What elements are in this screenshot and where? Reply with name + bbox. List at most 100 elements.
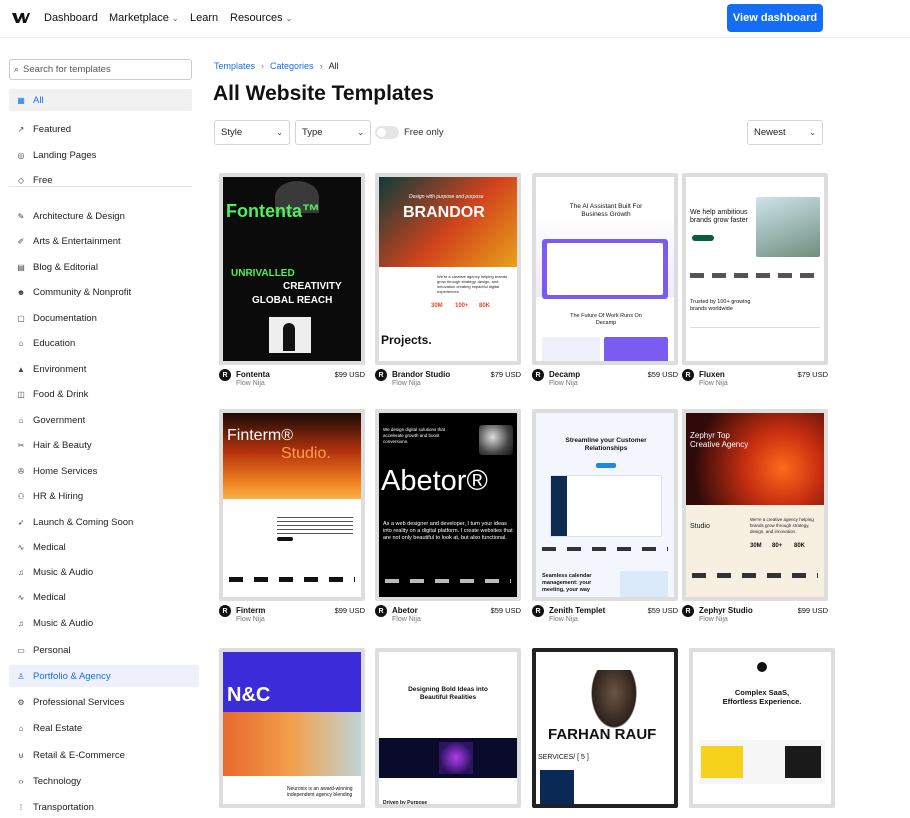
template-thumbnail[interactable]: Complex SaaS, Effortless Experience.	[689, 648, 835, 808]
template-card-bold-ideas[interactable]: Designing Bold Ideas into Beautiful Real…	[375, 648, 521, 808]
template-thumbnail[interactable]: We help ambitious brands grow faster Tru…	[682, 173, 828, 365]
sidebar-item-music-audio[interactable]: ♫ Music & Audio	[9, 561, 192, 583]
view-dashboard-button[interactable]: View dashboard	[727, 4, 823, 32]
sidebar-item-label: Blog & Editorial	[33, 261, 98, 273]
template-author[interactable]: Flow Nija	[549, 380, 578, 387]
template-thumbnail[interactable]: Fontenta™ UNRIVALLED CREATIVITY GLOBAL R…	[219, 173, 365, 365]
sidebar-item-education[interactable]: ⌂ Education	[9, 332, 192, 354]
template-card-fluxen[interactable]: We help ambitious brands grow faster Tru…	[682, 173, 828, 387]
nav-learn-link[interactable]: Learn	[190, 12, 218, 24]
nav-resources-menu[interactable]: Resources ⌄	[230, 12, 292, 24]
webflow-logo-icon[interactable]	[12, 11, 30, 25]
author-avatar[interactable]: R	[532, 605, 544, 617]
sort-dropdown[interactable]: Newest ⌄	[747, 120, 823, 145]
template-card-zephyr-studio[interactable]: Zephyr Top Creative Agency Studio We're …	[682, 409, 828, 623]
template-card-zenith-templet[interactable]: Streamline your Customer Relationships S…	[532, 409, 678, 623]
nav-dashboard-link[interactable]: Dashboard	[44, 12, 98, 24]
nav-learn-label: Learn	[190, 12, 219, 24]
template-thumbnail[interactable]: Designing Bold Ideas into Beautiful Real…	[375, 648, 521, 808]
template-author[interactable]: Flow Nija	[699, 616, 728, 623]
template-thumbnail[interactable]: FARHAN RAUF SERVICES/ [ 5 ]	[532, 648, 678, 808]
preview-panel	[542, 337, 600, 361]
template-name[interactable]: Decamp	[549, 370, 580, 379]
sidebar-item-landing-pages[interactable]: ◎ Landing Pages	[9, 144, 192, 166]
nav-marketplace-menu[interactable]: Marketplace ⌄	[109, 12, 179, 24]
sidebar-item-launch-coming-soon[interactable]: ➶ Launch & Coming Soon	[9, 511, 192, 533]
template-author[interactable]: Flow Nija	[699, 380, 728, 387]
type-filter-dropdown[interactable]: Type ⌄	[295, 120, 371, 145]
template-card-nc[interactable]: N&C Neuronix is an award-winning indepen…	[219, 648, 365, 808]
template-card-abetor[interactable]: We design digital solutions that acceler…	[375, 409, 521, 623]
template-name[interactable]: Brandor Studio	[392, 370, 450, 379]
template-card-decamp[interactable]: The AI Assistant Built For Business Grow…	[532, 173, 678, 387]
author-avatar[interactable]: R	[682, 369, 694, 381]
sidebar-item-government[interactable]: ⌂ Government	[9, 409, 192, 431]
author-avatar[interactable]: R	[375, 369, 387, 381]
template-author[interactable]: Flow Nija	[236, 616, 265, 623]
sidebar-item-featured[interactable]: ↗ Featured	[9, 118, 192, 140]
template-thumbnail[interactable]: Zephyr Top Creative Agency Studio We're …	[682, 409, 828, 601]
template-name[interactable]: Zephyr Studio	[699, 606, 753, 615]
template-author[interactable]: Flow Nija	[236, 380, 265, 387]
sidebar-item-technology[interactable]: ‹› Technology	[9, 770, 192, 792]
template-thumbnail[interactable]: Streamline your Customer Relationships S…	[532, 409, 678, 601]
template-name[interactable]: Finterm	[236, 606, 265, 615]
sidebar-item-retail-e-commerce[interactable]: ⊍ Retail & E-Commerce	[9, 744, 192, 766]
sidebar-item-hair-beauty[interactable]: ✂ Hair & Beauty	[9, 434, 192, 456]
author-avatar[interactable]: R	[375, 605, 387, 617]
sidebar-item-blog-editorial[interactable]: ▤ Blog & Editorial	[9, 256, 192, 278]
template-thumbnail[interactable]: Finterm® Studio.	[219, 409, 365, 601]
author-avatar[interactable]: R	[219, 605, 231, 617]
author-avatar[interactable]: R	[682, 605, 694, 617]
breadcrumb-templates-link[interactable]: Templates	[214, 61, 255, 71]
sort-label: Newest	[754, 127, 786, 138]
sidebar-item-all[interactable]: ▦ All	[9, 89, 192, 111]
preview-button	[277, 537, 293, 541]
preview-tagline: We design digital solutions that acceler…	[383, 427, 445, 444]
template-author[interactable]: Flow Nija	[392, 616, 421, 623]
sidebar-item-real-estate[interactable]: ⌂ Real Estate	[9, 717, 192, 739]
template-name[interactable]: Abetor	[392, 606, 418, 615]
author-avatar[interactable]: R	[532, 369, 544, 381]
template-search-input[interactable]: ⌕ Search for templates	[9, 59, 192, 80]
template-thumbnail[interactable]: N&C Neuronix is an award-winning indepen…	[219, 648, 365, 808]
free-only-toggle[interactable]	[375, 126, 399, 139]
sidebar-item-hr-hiring[interactable]: ⚇ HR & Hiring	[9, 485, 192, 507]
preview-heading: The Future Of Work Runs On Decamp	[570, 313, 642, 326]
template-thumbnail[interactable]: We design digital solutions that acceler…	[375, 409, 521, 601]
template-author[interactable]: Flow Nija	[392, 380, 421, 387]
breadcrumb-categories-link[interactable]: Categories	[270, 61, 314, 71]
template-card-brandor-studio[interactable]: Design with purpose and purpose BRANDOR …	[375, 173, 521, 387]
template-name[interactable]: Zenith Templet	[549, 606, 605, 615]
sidebar-item-label: Retail & E-Commerce	[33, 749, 125, 761]
sidebar-item-arts-entertainment[interactable]: ✐ Arts & Entertainment	[9, 230, 192, 252]
sidebar-item-home-services[interactable]: ✇ Home Services	[9, 460, 192, 482]
sidebar-item-free[interactable]: ◇ Free	[9, 169, 192, 191]
template-thumbnail[interactable]: The AI Assistant Built For Business Grow…	[532, 173, 678, 365]
template-name[interactable]: Fontenta	[236, 370, 270, 379]
sidebar-item-medical[interactable]: ∿ Medical	[9, 586, 192, 608]
sidebar-item-portfolio-agency[interactable]: ♙ Portfolio & Agency	[9, 665, 199, 687]
preview-body	[277, 517, 353, 535]
sidebar-item-music-audio[interactable]: ♫ Music & Audio	[9, 612, 192, 634]
sidebar-item-architecture-design[interactable]: ✎ Architecture & Design	[9, 205, 192, 227]
template-author[interactable]: Flow Nija	[549, 616, 578, 623]
type-filter-label: Type	[302, 127, 323, 138]
author-avatar[interactable]: R	[219, 369, 231, 381]
sidebar-item-community-nonprofit[interactable]: ☻ Community & Nonprofit	[9, 281, 192, 303]
template-card-fontenta[interactable]: Fontenta™ UNRIVALLED CREATIVITY GLOBAL R…	[219, 173, 365, 387]
template-card-finterm[interactable]: Finterm® Studio. R Finterm $99 USD Flow Nij…	[219, 409, 365, 623]
style-filter-dropdown[interactable]: Style ⌄	[214, 120, 290, 145]
template-card-complex-saas[interactable]: Complex SaaS, Effortless Experience.	[689, 648, 835, 808]
template-thumbnail[interactable]: Design with purpose and purpose BRANDOR …	[375, 173, 521, 365]
sidebar-item-personal[interactable]: ▭ Personal	[9, 639, 192, 661]
sidebar-item-documentation[interactable]: ▢ Documentation	[9, 307, 192, 329]
sidebar-item-transportation[interactable]: ⁞ Transportation	[9, 796, 192, 818]
sidebar-item-label: Real Estate	[33, 722, 83, 734]
sidebar-item-medical[interactable]: ∿ Medical	[9, 536, 192, 558]
template-card-farhan-rauf[interactable]: FARHAN RAUF SERVICES/ [ 5 ]	[532, 648, 678, 808]
sidebar-item-environment[interactable]: ▲ Environment	[9, 358, 192, 380]
sidebar-item-food-drink[interactable]: ◫ Food & Drink	[9, 383, 192, 405]
sidebar-item-professional-services[interactable]: ⚙ Professional Services	[9, 691, 192, 713]
template-name[interactable]: Fluxen	[699, 370, 725, 379]
